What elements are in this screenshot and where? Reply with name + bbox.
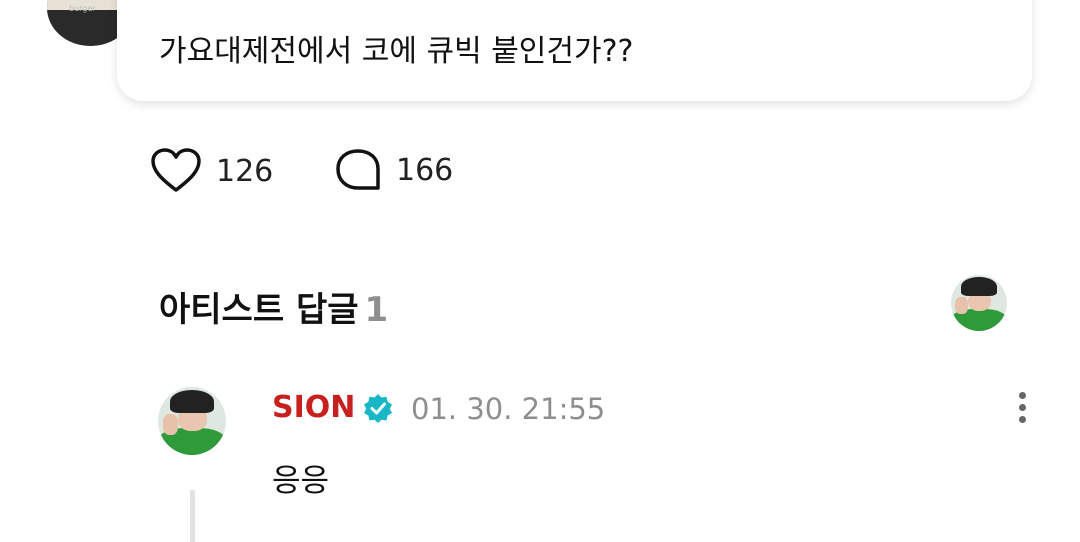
artist-replies-header: 아티스트 답글 1 — [159, 282, 388, 331]
comment-timestamp: 01. 30. 21:55 — [411, 392, 606, 426]
post-text: 가요대제전에서 코에 큐빅 붙인건가?? — [159, 34, 634, 69]
comment-text: 응응 — [272, 463, 330, 499]
artist-replies-title: 아티스트 답글 — [159, 290, 359, 330]
comment-author-name: SION — [272, 390, 356, 425]
thread-line — [190, 490, 195, 542]
like-button[interactable]: 126 — [150, 148, 273, 194]
like-count: 126 — [216, 153, 274, 189]
heart-icon — [151, 148, 201, 192]
comment-author-avatar[interactable] — [158, 387, 226, 455]
artist-replies-count: 1 — [364, 290, 389, 330]
reply-button[interactable]: 166 — [334, 148, 453, 192]
comment-author[interactable]: SION — [272, 390, 393, 425]
verified-badge-icon — [364, 393, 393, 423]
more-options-icon[interactable] — [1012, 392, 1032, 428]
speech-bubble-icon — [336, 149, 380, 190]
reply-count: 166 — [396, 152, 454, 188]
artist-avatar[interactable] — [951, 275, 1007, 331]
